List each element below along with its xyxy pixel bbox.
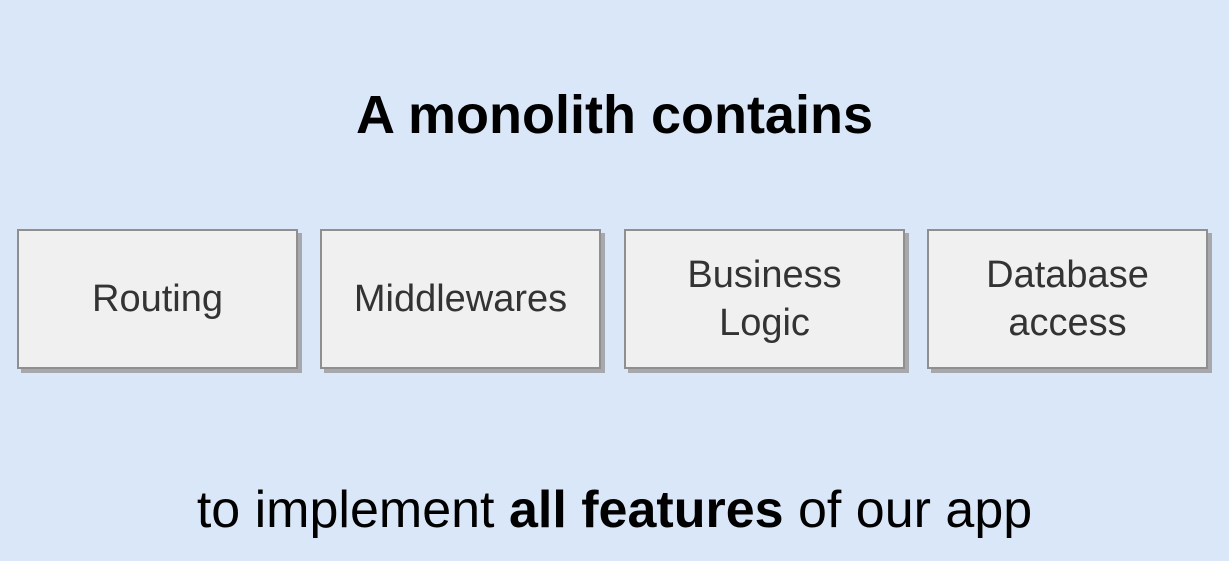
component-box-database-access: Database access [927, 229, 1208, 369]
component-label: Business Logic [687, 254, 842, 344]
component-label: Middlewares [353, 278, 568, 320]
slide-caption: to implement all features of our app [0, 475, 1229, 545]
slide-title: A monolith contains [356, 85, 873, 145]
caption-after: of our app [797, 481, 1033, 539]
component-label: Routing [92, 278, 223, 320]
component-box-business-logic: Business Logic [624, 229, 905, 369]
caption-before: to implement [196, 481, 495, 539]
caption-emphasis: all features [508, 481, 784, 539]
component-box-middlewares: Middlewares [320, 229, 601, 369]
component-label: Database access [986, 254, 1149, 344]
component-box-routing: Routing [17, 229, 298, 369]
monolith-components: Routing Middlewares Business Logic Datab… [17, 229, 1209, 369]
